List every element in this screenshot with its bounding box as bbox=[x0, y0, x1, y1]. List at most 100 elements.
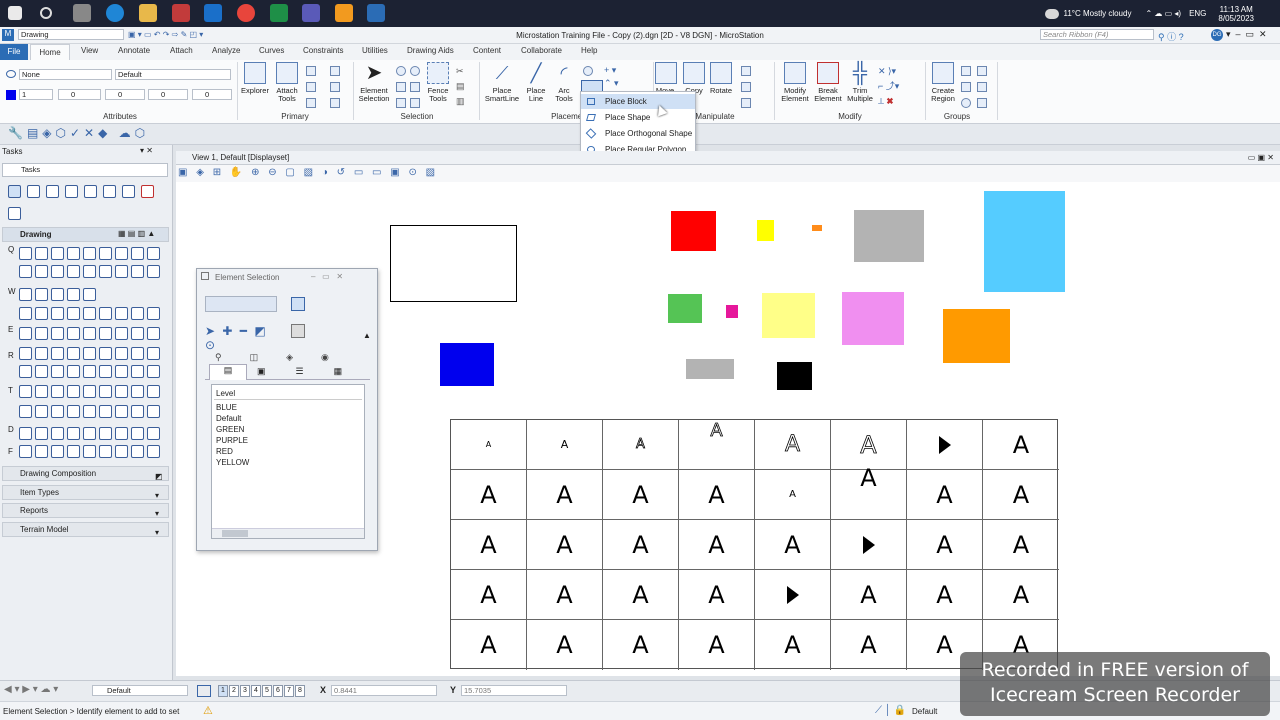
grid-cell[interactable]: A bbox=[679, 620, 755, 670]
tab-home[interactable]: Home bbox=[30, 44, 70, 60]
tool-icon[interactable] bbox=[122, 185, 135, 198]
section-reports[interactable]: Reports bbox=[2, 503, 169, 518]
warning-icon[interactable]: ⚠ bbox=[203, 704, 213, 717]
panel-controls[interactable]: ▾ ✕ bbox=[140, 146, 153, 155]
black-block[interactable] bbox=[777, 362, 812, 390]
drawing-tool-icon[interactable] bbox=[35, 445, 48, 458]
grid-cell[interactable] bbox=[755, 570, 831, 620]
teams-icon[interactable] bbox=[302, 4, 320, 22]
view-3-button[interactable]: 3 bbox=[240, 685, 250, 697]
clock[interactable]: 11:13 AM 8/05/2023 bbox=[1218, 5, 1254, 23]
groups-tool-icon[interactable] bbox=[977, 98, 987, 108]
tab-file[interactable]: File bbox=[0, 44, 28, 60]
modify-element-button[interactable]: Modify Element bbox=[777, 62, 813, 103]
tab-level[interactable]: ▤ bbox=[209, 364, 247, 380]
grid-cell[interactable]: A bbox=[907, 470, 983, 520]
drawing-tool-icon[interactable] bbox=[67, 405, 80, 418]
tab-content[interactable]: Content bbox=[473, 46, 501, 55]
drawing-tool-icon[interactable] bbox=[67, 445, 80, 458]
view-tools-icons[interactable]: ▣ ◈ ⊞ ✋ ⊕ ⊖ ▢ ▧ ◑ ↺ ▭ ▭ ▣ ⊙ ▧ bbox=[178, 167, 438, 178]
orange-small-block[interactable] bbox=[812, 225, 822, 231]
select-tool-icon[interactable] bbox=[8, 185, 21, 198]
dialog-window-controls[interactable]: – ▭ ✕ bbox=[311, 272, 343, 281]
section-item-types[interactable]: Item Types bbox=[2, 485, 169, 500]
magenta-block[interactable] bbox=[726, 305, 738, 318]
color-select[interactable]: 1 bbox=[19, 89, 53, 100]
tab-utilities[interactable]: Utilities bbox=[362, 46, 388, 55]
drawing-tool-icon[interactable] bbox=[115, 347, 128, 360]
primary-tool-icon[interactable] bbox=[306, 66, 316, 76]
drawing-section-controls[interactable]: ▦ ▤ ▥ ▲ bbox=[118, 229, 155, 238]
drawing-tool-icon[interactable] bbox=[131, 265, 144, 278]
drawing-tool-icon[interactable] bbox=[147, 247, 160, 260]
grid-cell[interactable]: A bbox=[451, 470, 527, 520]
drawing-tool-icon[interactable] bbox=[83, 265, 96, 278]
task-view-icon[interactable] bbox=[73, 4, 91, 22]
linestyle-select[interactable]: 0 bbox=[58, 89, 101, 100]
tab-help[interactable]: Help bbox=[581, 46, 597, 55]
tool-icon[interactable] bbox=[8, 207, 21, 220]
drawing-tool-icon[interactable] bbox=[19, 405, 32, 418]
drawing-tool-icon[interactable] bbox=[67, 385, 80, 398]
drawing-tool-icon[interactable] bbox=[147, 405, 160, 418]
microstation-icon[interactable] bbox=[367, 4, 385, 22]
red-block[interactable] bbox=[671, 211, 716, 251]
ribbon-search-input[interactable]: Search Ribbon (F4) bbox=[1040, 29, 1154, 40]
drawing-tool-icon[interactable] bbox=[67, 247, 80, 260]
drawing-tool-icon[interactable] bbox=[99, 347, 112, 360]
clipboard-tools[interactable]: ✂ ▤ ▥ bbox=[456, 64, 465, 109]
windows-start-icon[interactable] bbox=[8, 6, 22, 20]
drawing-tool-icon[interactable] bbox=[83, 365, 96, 378]
textstyle-select[interactable]: Default bbox=[115, 69, 231, 80]
drawing-tool-icon[interactable] bbox=[99, 385, 112, 398]
selection-tool-icon[interactable] bbox=[396, 98, 406, 108]
drawing-tool-icon[interactable] bbox=[131, 307, 144, 320]
delete-tool-icon[interactable] bbox=[141, 185, 154, 198]
view-4-button[interactable]: 4 bbox=[251, 685, 261, 697]
drawn-rectangle-outline[interactable] bbox=[390, 225, 517, 302]
view-1-button[interactable]: 1 bbox=[218, 685, 228, 697]
primary-tool-icon[interactable] bbox=[306, 98, 316, 108]
drawing-tool-icon[interactable] bbox=[131, 365, 144, 378]
menu-item-place-block[interactable]: Place Block bbox=[581, 94, 695, 109]
user-avatar[interactable]: DG bbox=[1211, 29, 1223, 41]
drawing-tool-icon[interactable] bbox=[115, 365, 128, 378]
transparency-select[interactable]: 0 bbox=[148, 89, 188, 100]
attach-tools-button[interactable]: Attach Tools bbox=[274, 62, 300, 103]
drawing-tool-icon[interactable] bbox=[51, 288, 64, 301]
gray-block[interactable] bbox=[854, 210, 924, 262]
explorer-button[interactable]: Explorer bbox=[240, 62, 270, 95]
grid-cell[interactable]: A bbox=[679, 570, 755, 620]
grid-cell[interactable]: A bbox=[527, 470, 603, 520]
file-explorer-icon[interactable] bbox=[139, 4, 157, 22]
drawing-tool-icon[interactable] bbox=[99, 327, 112, 340]
grid-cell[interactable]: A bbox=[679, 520, 755, 570]
level-select[interactable]: None bbox=[19, 69, 112, 80]
create-region-button[interactable]: Create Region bbox=[928, 62, 958, 103]
drawing-tool-icon[interactable] bbox=[35, 307, 48, 320]
rotate-button[interactable]: Rotate bbox=[707, 62, 735, 95]
window-controls[interactable]: ▾ – ▭ ✕ bbox=[1226, 29, 1267, 40]
manipulate-tool-icon[interactable] bbox=[741, 82, 751, 92]
selection-tool-icon[interactable] bbox=[410, 82, 420, 92]
view-6-button[interactable]: 6 bbox=[273, 685, 283, 697]
drawing-tool-icon[interactable] bbox=[131, 427, 144, 440]
placement-mini-tools[interactable]: + ▾ ⌃ ▾ bbox=[604, 64, 619, 90]
place-smartline-button[interactable]: ⟋ Place SmartLine bbox=[483, 62, 521, 103]
drawing-tool-icon[interactable] bbox=[19, 427, 32, 440]
drawing-tool-icon[interactable] bbox=[83, 247, 96, 260]
selection-method-toolbar[interactable] bbox=[205, 296, 277, 312]
tasks-selector[interactable]: Tasks bbox=[2, 163, 168, 177]
modify-mini-tools[interactable]: ✕ ⟩▾ ⌐ ⤴▾ ⟂ ✖ bbox=[878, 64, 899, 109]
drawing-tool-icon[interactable] bbox=[67, 365, 80, 378]
tool-icon[interactable] bbox=[65, 185, 78, 198]
store-icon[interactable] bbox=[172, 4, 190, 22]
drawing-tool-icon[interactable] bbox=[35, 385, 48, 398]
drawing-tool-icon[interactable] bbox=[19, 385, 32, 398]
drawing-tool-icon[interactable] bbox=[51, 247, 64, 260]
drawing-tool-icon[interactable] bbox=[83, 427, 96, 440]
selection-tool-icon[interactable] bbox=[396, 82, 406, 92]
primary-tool-icon[interactable] bbox=[330, 82, 340, 92]
tool-icon[interactable] bbox=[27, 185, 40, 198]
pink-block[interactable] bbox=[842, 292, 904, 345]
